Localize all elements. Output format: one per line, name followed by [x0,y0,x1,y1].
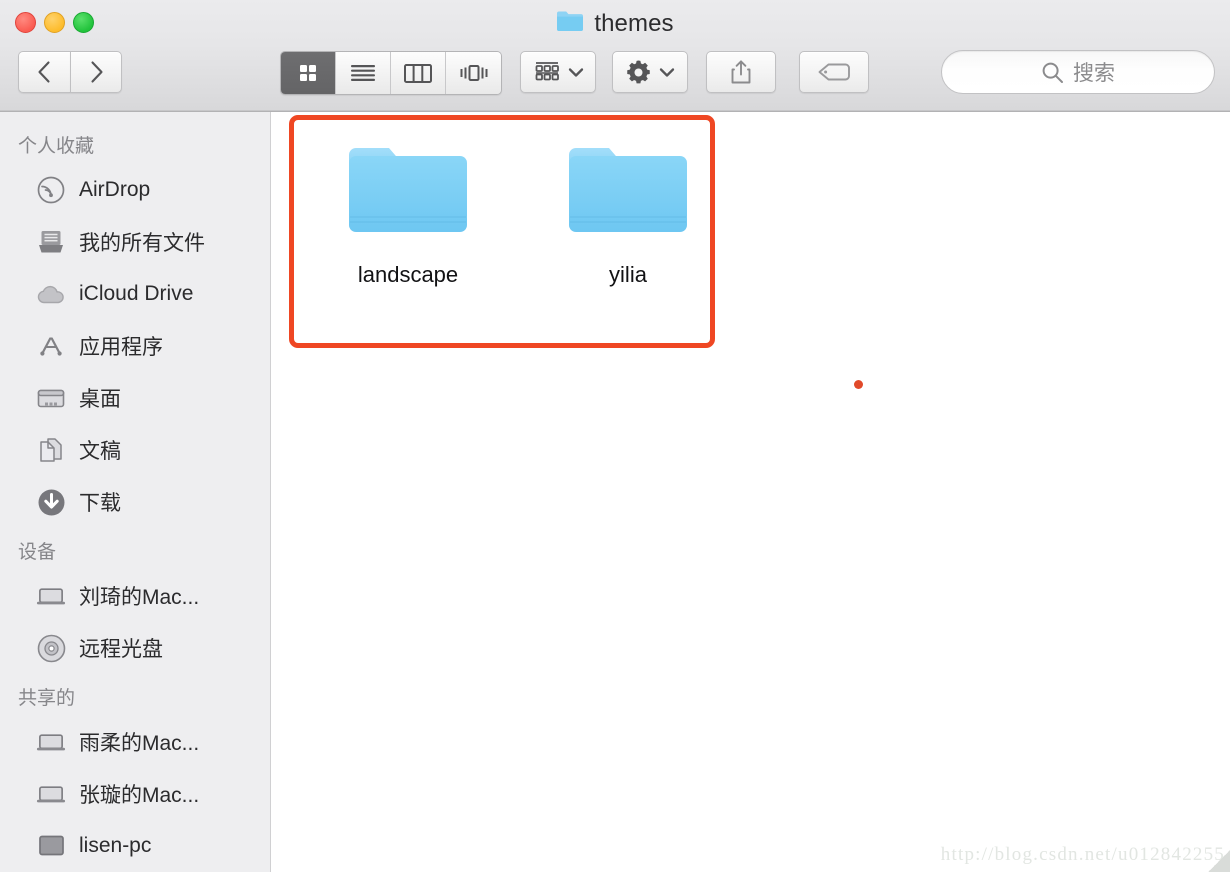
folder-icon [556,9,584,39]
desktop-icon [36,383,66,413]
share-button[interactable] [706,51,776,93]
search-placeholder: 搜索 [1073,62,1115,85]
sidebar-section-devices-title: 设备 [18,542,57,563]
sidebar[interactable]: 个人收藏 AirDrop 我的所有文件 iCloud Drive 应用程序 桌面… [0,112,271,872]
sidebar-item-yurou-mac[interactable]: 雨柔的Mac... [0,716,270,768]
watermark-text: http://blog.csdn.net/u012842255 [940,844,1225,865]
view-mode-group [280,51,502,95]
arrange-grid-icon [535,62,559,81]
file-content-area[interactable]: landscape yilia http://blog.csdn.net/u01… [272,112,1230,872]
airdrop-icon [36,175,66,205]
sidebar-item-applications[interactable]: 应用程序 [0,320,270,372]
icon-view-button[interactable] [281,52,336,94]
forward-button[interactable] [70,51,122,93]
grid-icon [300,65,316,81]
sidebar-item-label: 远程光盘 [79,638,163,661]
search-icon [1042,62,1063,83]
sidebar-item-label: AirDrop [79,178,151,201]
folder-icon [566,141,690,244]
sidebar-item-label: 我的所有文件 [79,232,205,255]
laptop-icon [36,779,66,809]
sidebar-item-documents[interactable]: 文稿 [0,424,270,476]
tag-button[interactable] [799,51,869,93]
sidebar-item-desktop[interactable]: 桌面 [0,372,270,424]
sidebar-item-label: 下载 [79,492,121,515]
chevron-down-icon [659,67,675,77]
chevron-right-icon [90,61,103,83]
applications-icon [36,331,66,361]
disc-icon [36,633,66,663]
tag-icon [818,63,850,81]
sidebar-item-all-files[interactable]: 我的所有文件 [0,216,270,268]
sidebar-item-zhangxuan-mac[interactable]: 张璇的Mac... [0,768,270,820]
gear-icon [627,60,650,83]
sidebar-item-label: iCloud Drive [79,282,194,305]
corner-fold-decoration [1208,850,1230,872]
laptop-icon [36,727,66,757]
page-title: themes [0,8,1230,40]
navigation-buttons [18,51,122,93]
sidebar-item-icloud-drive[interactable]: iCloud Drive [0,268,270,320]
sidebar-item-label: 刘琦的Mac... [79,586,200,609]
sidebar-section-shared-title: 共享的 [18,688,76,709]
sidebar-item-label: 张璇的Mac... [79,784,200,807]
list-view-button[interactable] [336,52,391,94]
column-view-button[interactable] [391,52,446,94]
sidebar-item-liuqi-mac[interactable]: 刘琦的Mac... [0,570,270,622]
coverflow-icon [460,65,487,81]
sidebar-item-label: 桌面 [79,388,121,411]
sidebar-item-label: lisen-pc [79,834,152,857]
folder-icon [346,141,470,244]
file-name-label: landscape [357,262,459,287]
monitor-icon [36,831,66,861]
sidebar-item-lisen-pc[interactable]: lisen-pc [0,820,270,872]
file-item[interactable]: yilia [537,141,719,288]
sidebar-item-label: 文稿 [79,440,121,463]
columns-icon [404,63,432,83]
back-button[interactable] [18,51,70,93]
arrange-button[interactable] [520,51,596,93]
search-input[interactable]: 搜索 [941,50,1215,94]
file-icon-grid: landscape yilia [289,115,719,288]
toolbar: themes 搜索 [0,0,1230,112]
all-files-icon [36,227,66,257]
file-item[interactable]: landscape [317,141,499,288]
laptop-icon [36,581,66,611]
coverflow-view-button[interactable] [446,52,501,94]
sidebar-item-label: 雨柔的Mac... [79,732,200,755]
sidebar-item-remote-disc[interactable]: 远程光盘 [0,622,270,674]
window-title-text: themes [594,10,674,37]
downloads-icon [36,487,66,517]
sidebar-item-downloads[interactable]: 下载 [0,476,270,528]
documents-icon [36,435,66,465]
chevron-left-icon [38,61,50,83]
action-menu-button[interactable] [612,51,688,93]
annotation-dot [854,380,863,389]
cloud-icon [36,279,66,309]
chevron-down-icon [568,67,583,77]
list-icon [351,65,375,81]
sidebar-item-label: 应用程序 [79,336,163,359]
file-name-label: yilia [609,262,647,287]
finder-window: themes 搜索 个人收藏 AirDrop 我的所有文件 iCloud Dri… [0,0,1230,872]
sidebar-item-airdrop[interactable]: AirDrop [0,164,270,216]
share-icon [731,60,751,84]
sidebar-section-favorites-title: 个人收藏 [18,136,95,157]
